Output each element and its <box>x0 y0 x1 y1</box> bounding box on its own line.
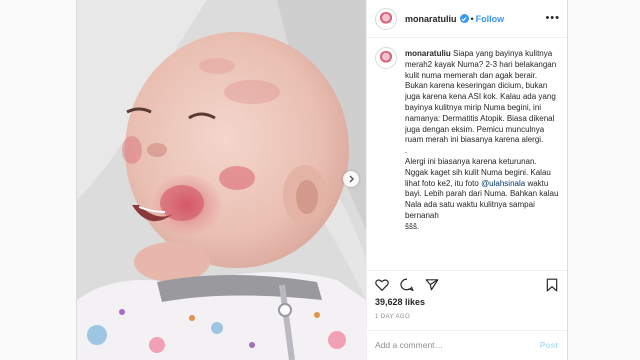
comment-input[interactable] <box>375 338 525 352</box>
follow-button[interactable]: Follow <box>476 14 505 24</box>
likes-count[interactable]: 39,628 likes <box>375 297 425 307</box>
caption-avatar[interactable] <box>375 47 397 69</box>
caption-trailing: ššš. <box>405 221 420 231</box>
heart-icon[interactable] <box>375 278 389 291</box>
mention-link[interactable]: @ulahsinala <box>481 179 525 188</box>
avatar[interactable] <box>375 7 397 30</box>
caption-text: monaratuliu Siapa yang bayinya kulitnya … <box>405 49 560 233</box>
baby-photo-illustration <box>77 0 366 360</box>
next-photo-button[interactable] <box>343 171 359 187</box>
comment-bar: Post <box>367 330 567 360</box>
instagram-post: monaratuliu • Follow ••• monaratuliu Sia… <box>76 0 568 360</box>
header-separator: • <box>470 13 474 24</box>
chevron-right-icon <box>349 175 354 183</box>
bookmark-icon[interactable] <box>546 278 558 292</box>
caption-paragraph-1: Siapa yang bayinya kulitnya merah2 kayak… <box>405 49 557 145</box>
comment-icon[interactable] <box>400 278 414 291</box>
caption-username[interactable]: monaratuliu <box>405 49 451 58</box>
post-comment-button[interactable]: Post <box>540 340 558 350</box>
share-icon[interactable] <box>425 278 439 291</box>
action-bar <box>367 270 567 298</box>
header-username[interactable]: monaratuliu <box>405 14 457 24</box>
post-photo[interactable] <box>77 0 366 360</box>
post-details-panel: monaratuliu • Follow ••• monaratuliu Sia… <box>366 0 567 360</box>
post-header: monaratuliu • Follow ••• <box>367 0 567 38</box>
verified-badge-icon <box>459 14 469 23</box>
post-date[interactable]: 1 DAY AGO <box>375 314 410 320</box>
more-horizontal-icon[interactable]: ••• <box>545 12 560 24</box>
post-caption: monaratuliu Siapa yang bayinya kulitnya … <box>375 47 562 259</box>
caption-separator: . <box>405 146 408 156</box>
